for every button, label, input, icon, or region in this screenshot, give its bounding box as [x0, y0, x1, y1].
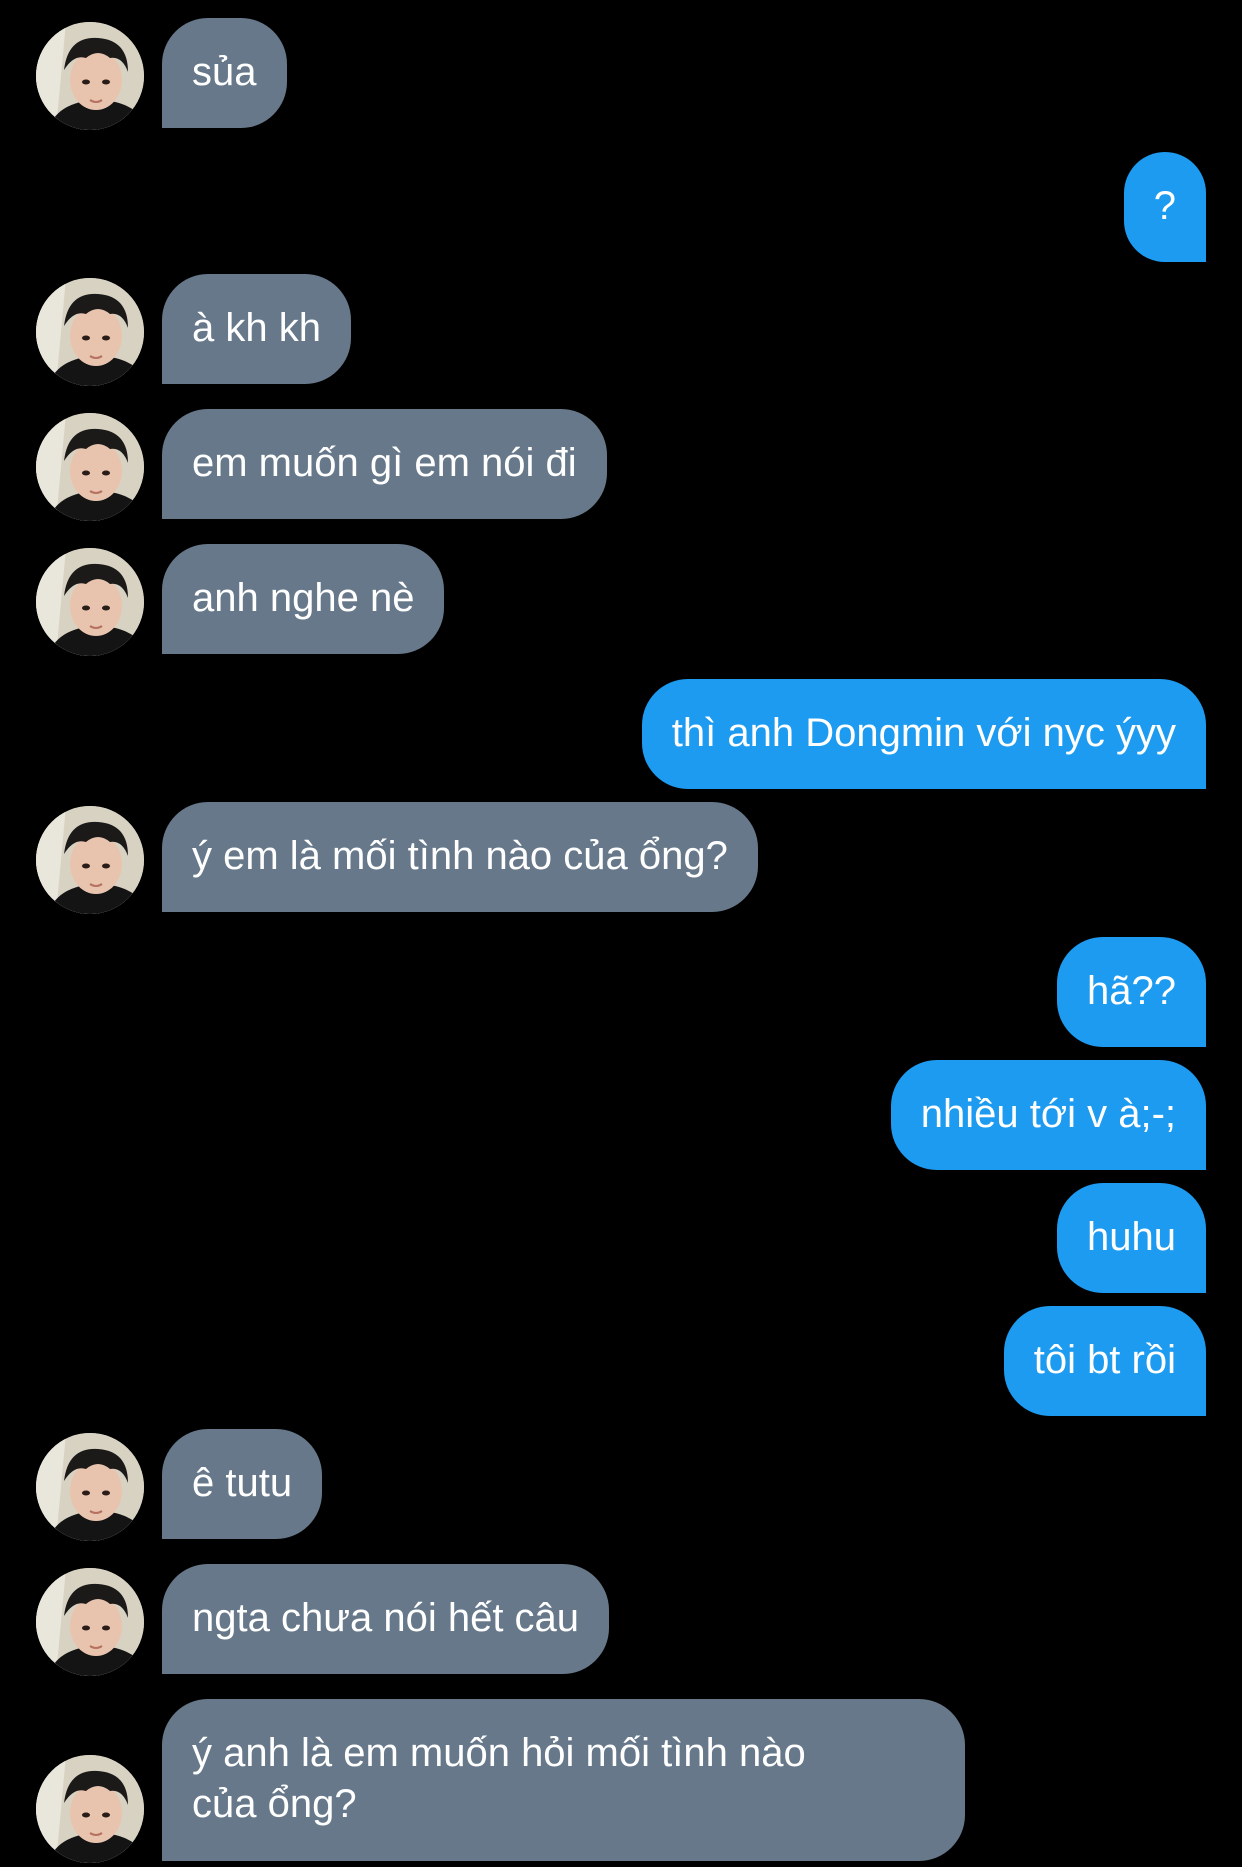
- incoming-message-bubble[interactable]: em muốn gì em nói đi: [162, 409, 607, 519]
- message-text: em muốn gì em nói đi: [192, 441, 577, 485]
- outgoing-message-bubble[interactable]: hã??: [1057, 937, 1206, 1047]
- outgoing-message-bubble[interactable]: tôi bt rồi: [1003, 1306, 1206, 1416]
- outgoing-message-bubble[interactable]: nhiều tới v à;-;: [890, 1060, 1206, 1170]
- message-text: à kh kh: [192, 306, 321, 350]
- message-text: tôi bt rồi: [1033, 1338, 1176, 1382]
- contact-avatar-icon[interactable]: [36, 413, 144, 521]
- message-text: ?: [1153, 184, 1176, 228]
- message-text: thì anh Dongmin với nyc ýyy: [671, 711, 1176, 755]
- incoming-message-bubble[interactable]: ê tutu: [162, 1429, 323, 1539]
- message-text: hã??: [1087, 969, 1176, 1013]
- contact-avatar-icon[interactable]: [36, 1755, 144, 1863]
- message-text: ngta chưa nói hết câu: [192, 1596, 580, 1640]
- message-text-line: của ổng?: [192, 1782, 357, 1826]
- contact-avatar-icon[interactable]: [36, 1568, 144, 1676]
- contact-avatar-icon[interactable]: [36, 278, 144, 386]
- outgoing-message-bubble[interactable]: thì anh Dongmin với nyc ýyy: [641, 679, 1206, 789]
- message-text: ý em là mối tình nào của ổng?: [192, 834, 728, 878]
- contact-avatar-icon[interactable]: [36, 22, 144, 130]
- incoming-message-bubble[interactable]: anh nghe nè: [162, 544, 445, 654]
- incoming-message-bubble[interactable]: ngta chưa nói hết câu: [162, 1564, 610, 1674]
- contact-avatar-icon[interactable]: [36, 806, 144, 914]
- contact-avatar-icon[interactable]: [36, 1433, 144, 1541]
- message-text: anh nghe nè: [192, 576, 415, 620]
- message-text: huhu: [1087, 1215, 1176, 1259]
- outgoing-message-bubble[interactable]: huhu: [1057, 1183, 1206, 1293]
- message-text: sủa: [192, 50, 257, 94]
- message-text-line: ý anh là em muốn hỏi mối tình nào: [192, 1731, 806, 1775]
- incoming-message-bubble[interactable]: sủa: [162, 18, 287, 128]
- outgoing-message-bubble[interactable]: ?: [1123, 152, 1206, 262]
- contact-avatar-icon[interactable]: [36, 548, 144, 656]
- incoming-message-bubble[interactable]: ý anh là em muốn hỏi mối tình nào của ổn…: [162, 1699, 965, 1861]
- message-text: nhiều tới v à;-;: [920, 1092, 1176, 1136]
- message-text: ê tutu: [192, 1461, 293, 1505]
- incoming-message-bubble[interactable]: ý em là mối tình nào của ổng?: [162, 802, 758, 912]
- incoming-message-bubble[interactable]: à kh kh: [162, 274, 351, 384]
